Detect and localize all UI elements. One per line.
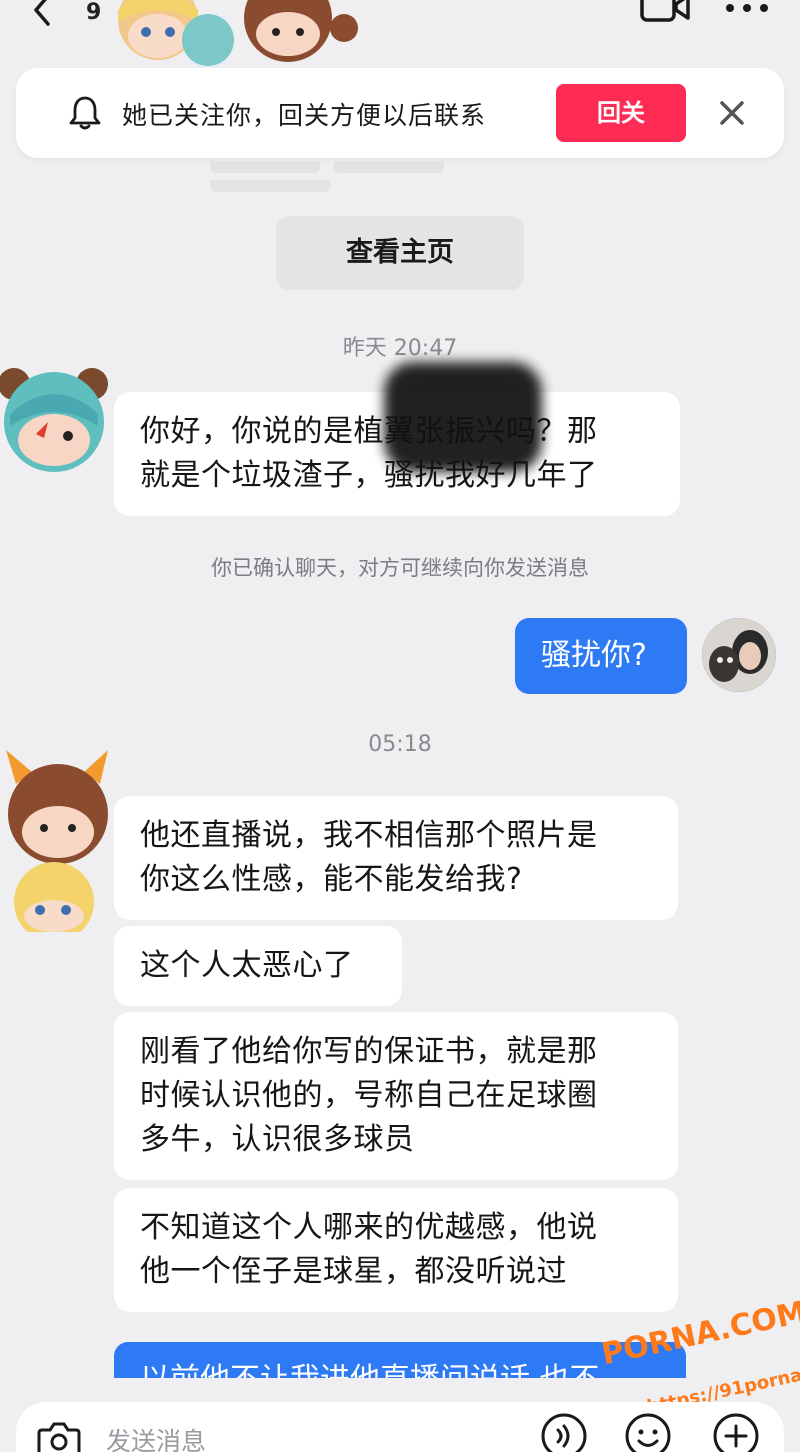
top-bar: 9 [0,0,800,66]
view-profile-button[interactable]: 查看主页 [276,216,524,290]
message-bubble: 不知道这个人哪来的优越感，他说 他一个侄子是球星，都没听说过 [114,1188,678,1312]
video-camera-icon [640,0,690,22]
redaction-mark [384,362,542,472]
message-bubble: 刚看了他给你写的保证书，就是那 时候认识他的，号称自己在足球圈 多牛，认识很多球… [114,1012,678,1180]
close-icon[interactable] [714,95,750,131]
message-input-bar: 发送消息 [16,1402,784,1452]
bell-icon [69,96,101,130]
message-text: 骚扰你? [541,638,647,673]
message-bubble: 这个人太恶心了 [114,926,402,1006]
message-input[interactable]: 发送消息 [106,1422,206,1452]
message-text: 以前他不让我进他直播间说话 也不 [140,1354,600,1378]
video-call-button[interactable] [640,0,692,24]
message-text: 时候认识他的，号称自己在足球圈 [140,1078,598,1113]
back-button[interactable] [26,0,66,34]
message-text: 你这么性感，能不能发给我? [140,862,523,897]
timestamp: 昨天 20:47 [342,336,458,361]
message-text: 他一个侄子是球星，都没听说过 [140,1254,567,1289]
voice-icon[interactable] [540,1412,588,1452]
hidden-quick-actions [210,158,590,192]
follow-back-button[interactable]: 回关 [556,84,686,142]
camera-icon[interactable] [36,1418,82,1452]
follow-back-banner: 她已关注你，回关方便以后联系 回关 [16,68,784,158]
chevron-left-icon [34,0,50,26]
message-bubble: 他还直播说，我不相信那个照片是 你这么性感，能不能发给我? [114,796,678,920]
follow-back-prompt: 她已关注你，回关方便以后联系 [122,101,487,130]
partner-avatar [0,368,108,472]
user-avatar [702,618,776,692]
partner-avatar-stickers [118,0,358,66]
message-text: 刚看了他给你写的保证书，就是那 [140,1034,598,1069]
system-note: 你已确认聊天，对方可继续向你发送消息 [211,556,589,580]
more-button[interactable] [722,0,772,20]
message-text: 这个人太恶心了 [140,948,354,983]
message-text: 多牛，认识很多球员 [140,1122,415,1157]
message-text: 他还直播说，我不相信那个照片是 [140,818,598,853]
message-text: 不知道这个人哪来的优越感，他说 [140,1210,598,1245]
emoji-icon[interactable] [624,1412,672,1452]
more-dots-icon [726,4,768,12]
sent-message-bubble: 骚扰你? [515,618,687,694]
plus-icon[interactable] [712,1412,760,1452]
partner-avatar [6,750,108,932]
